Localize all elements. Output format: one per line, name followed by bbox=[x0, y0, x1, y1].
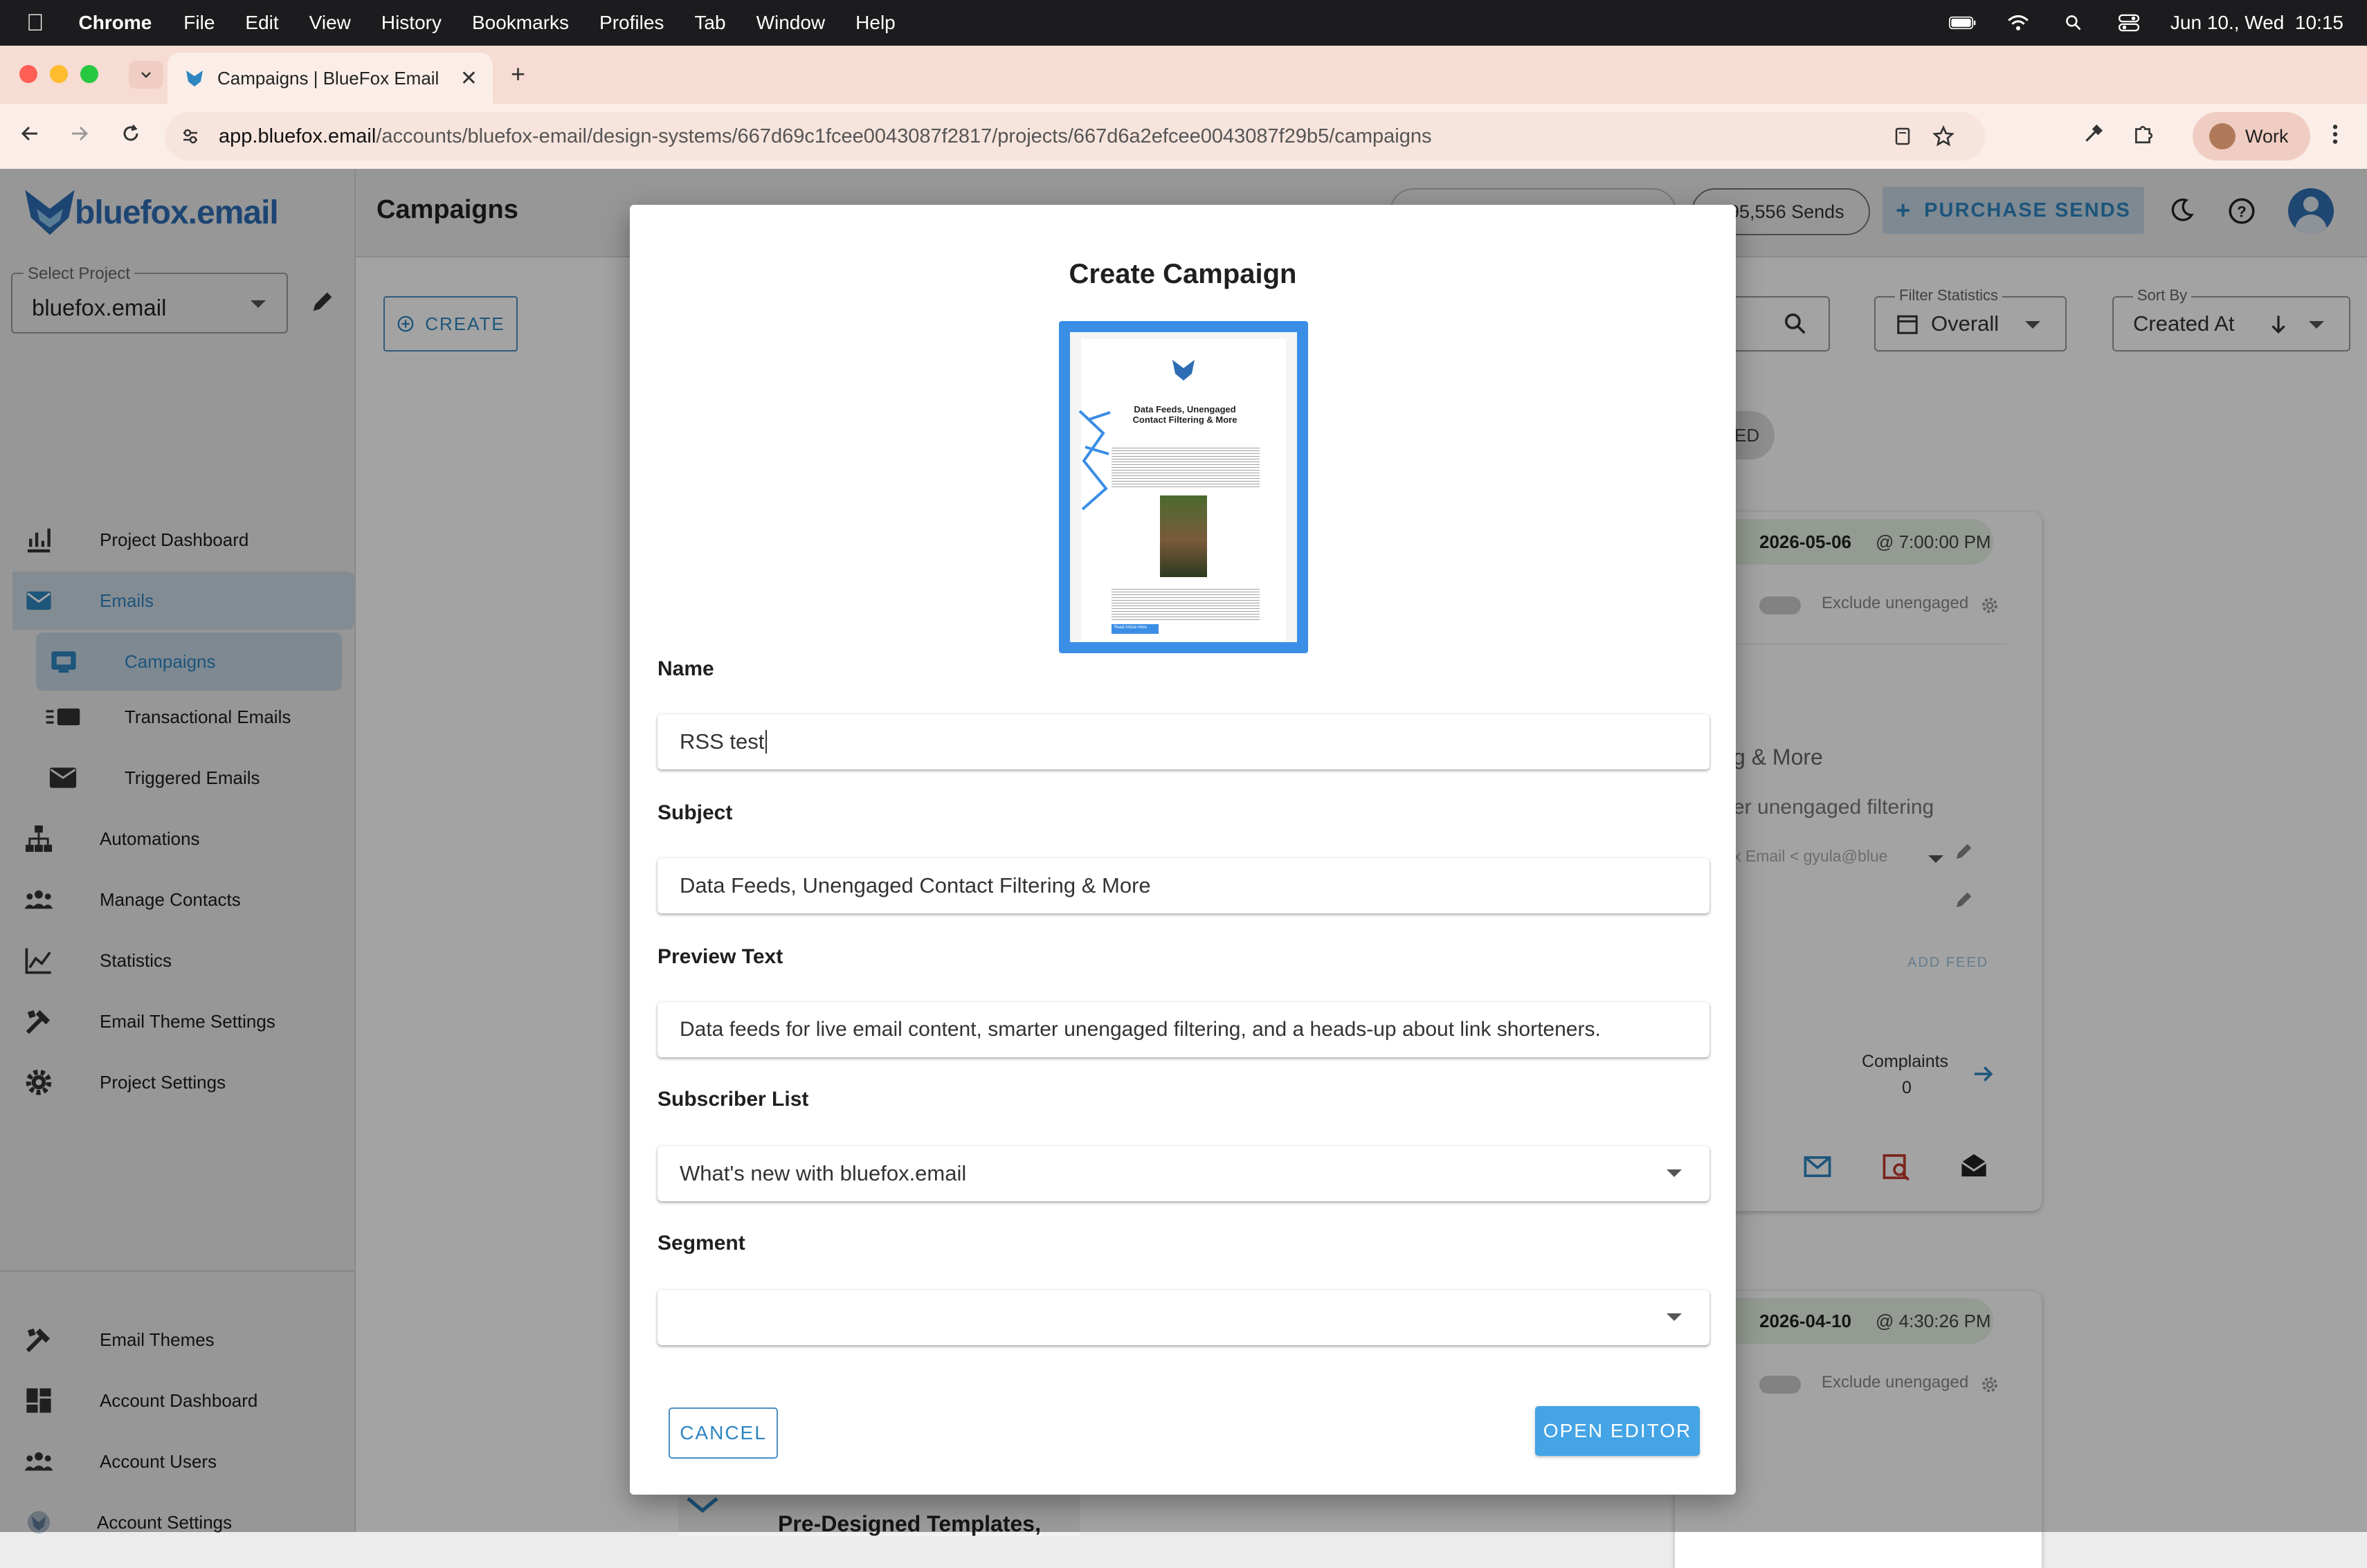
tab-close-icon[interactable]: ✕ bbox=[460, 66, 478, 91]
profile-avatar bbox=[2209, 123, 2236, 149]
menu-file[interactable]: File bbox=[183, 12, 215, 34]
bluefox-favicon-icon bbox=[186, 71, 203, 86]
name-input[interactable]: RSS test bbox=[658, 714, 1710, 769]
preview-text-label: Preview Text bbox=[658, 945, 783, 968]
profile-label: Work bbox=[2245, 125, 2289, 147]
open-editor-button[interactable]: OPEN EDITOR bbox=[1535, 1406, 1700, 1456]
preview-text-input-value: Data feeds for live email content, smart… bbox=[680, 1018, 1601, 1041]
chevron-down-icon bbox=[141, 72, 151, 78]
cancel-button[interactable]: CANCEL bbox=[669, 1407, 778, 1459]
site-settings-icon[interactable] bbox=[180, 126, 201, 147]
subscriber-list-select[interactable]: What's new with bluefox.email bbox=[658, 1146, 1710, 1201]
control-center-icon[interactable] bbox=[2115, 14, 2143, 32]
menu-help[interactable]: Help bbox=[855, 12, 896, 34]
subject-input[interactable]: Data Feeds, Unengaged Contact Filtering … bbox=[658, 858, 1710, 913]
preview-headline: Data Feeds, Unengaged Contact Filtering … bbox=[1132, 404, 1237, 425]
preview-page: Data Feeds, Unengaged Contact Filtering … bbox=[1070, 332, 1297, 642]
tab-title: Campaigns | BlueFox Email bbox=[217, 67, 439, 89]
preview-read-button-label: Read Article Here bbox=[1114, 626, 1148, 630]
menu-tab[interactable]: Tab bbox=[694, 12, 725, 34]
reload-icon[interactable] bbox=[120, 123, 141, 144]
menu-history[interactable]: History bbox=[381, 12, 442, 34]
preview-email-body: Data Feeds, Unengaged Contact Filtering … bbox=[1078, 339, 1286, 642]
menu-window[interactable]: Window bbox=[756, 12, 826, 34]
chrome-menu-kebab-icon[interactable] bbox=[2331, 123, 2339, 145]
wifi-icon[interactable] bbox=[2004, 14, 2032, 32]
bookmark-star-icon[interactable] bbox=[1932, 125, 1955, 147]
chevron-down-icon bbox=[1667, 1313, 1682, 1321]
eyedropper-extension-icon[interactable] bbox=[2082, 123, 2104, 145]
preview-text-block bbox=[1112, 587, 1260, 620]
email-preview-thumbnail[interactable]: Data Feeds, Unengaged Contact Filtering … bbox=[1059, 321, 1308, 653]
menu-datetime[interactable]: Jun 10., Wed 10:15 bbox=[2170, 12, 2343, 34]
forward-arrow-icon[interactable] bbox=[69, 123, 90, 144]
name-label: Name bbox=[658, 657, 714, 680]
segment-select[interactable] bbox=[658, 1290, 1710, 1345]
open-editor-button-label: OPEN EDITOR bbox=[1543, 1420, 1692, 1441]
text-cursor bbox=[765, 730, 768, 754]
mac-menu-bar:  Chrome File Edit View History Bookmark… bbox=[0, 0, 2367, 46]
tab-search-button[interactable] bbox=[129, 61, 163, 89]
zoom-window-button[interactable] bbox=[80, 65, 98, 83]
minimize-window-button[interactable] bbox=[50, 65, 68, 83]
back-arrow-icon[interactable] bbox=[19, 123, 40, 144]
browser-tab-campaigns[interactable]: Campaigns | BlueFox Email ✕ bbox=[167, 53, 493, 104]
new-tab-icon[interactable]: + bbox=[511, 60, 525, 89]
preview-text-block bbox=[1112, 446, 1260, 487]
subscriber-list-label: Subscriber List bbox=[658, 1088, 809, 1111]
menu-view[interactable]: View bbox=[309, 12, 351, 34]
url-text: app.bluefox.email/accounts/bluefox-email… bbox=[219, 125, 1432, 148]
name-input-value: RSS test bbox=[680, 729, 765, 754]
create-campaign-dialog: Create Campaign Data Feeds, Unengaged Co… bbox=[630, 205, 1736, 1495]
url-host: app.bluefox.email bbox=[219, 125, 377, 147]
chevron-down-icon bbox=[1667, 1169, 1682, 1177]
address-bar[interactable]: app.bluefox.email/accounts/bluefox-email… bbox=[165, 112, 1985, 161]
preview-read-button: Read Article Here bbox=[1112, 624, 1159, 634]
subject-input-value: Data Feeds, Unengaged Contact Filtering … bbox=[680, 873, 1151, 897]
segment-label: Segment bbox=[658, 1232, 745, 1255]
battery-icon[interactable] bbox=[1948, 14, 1977, 32]
menu-profiles[interactable]: Profiles bbox=[599, 12, 664, 34]
dialog-title: Create Campaign bbox=[1069, 259, 1297, 289]
preview-image bbox=[1160, 495, 1207, 577]
apple-icon[interactable]:  bbox=[26, 10, 44, 37]
spotlight-search-icon[interactable] bbox=[2060, 14, 2087, 32]
menu-bookmarks[interactable]: Bookmarks bbox=[472, 12, 569, 34]
close-window-button[interactable] bbox=[19, 65, 37, 83]
reader-mode-icon[interactable] bbox=[1892, 126, 1913, 147]
decorative-sketch-icon bbox=[1078, 410, 1111, 511]
profile-button[interactable]: Work bbox=[2193, 112, 2310, 161]
cancel-button-label: CANCEL bbox=[680, 1422, 767, 1443]
menu-app-name[interactable]: Chrome bbox=[79, 12, 152, 34]
menu-edit[interactable]: Edit bbox=[245, 12, 278, 34]
subject-label: Subject bbox=[658, 801, 733, 824]
url-path: /accounts/bluefox-email/design-systems/6… bbox=[376, 125, 1432, 147]
subscriber-list-value: What's new with bluefox.email bbox=[680, 1161, 967, 1185]
bluefox-logo-icon bbox=[1172, 360, 1195, 381]
preview-text-input[interactable]: Data feeds for live email content, smart… bbox=[658, 1002, 1710, 1057]
extensions-puzzle-icon[interactable] bbox=[2132, 123, 2154, 145]
